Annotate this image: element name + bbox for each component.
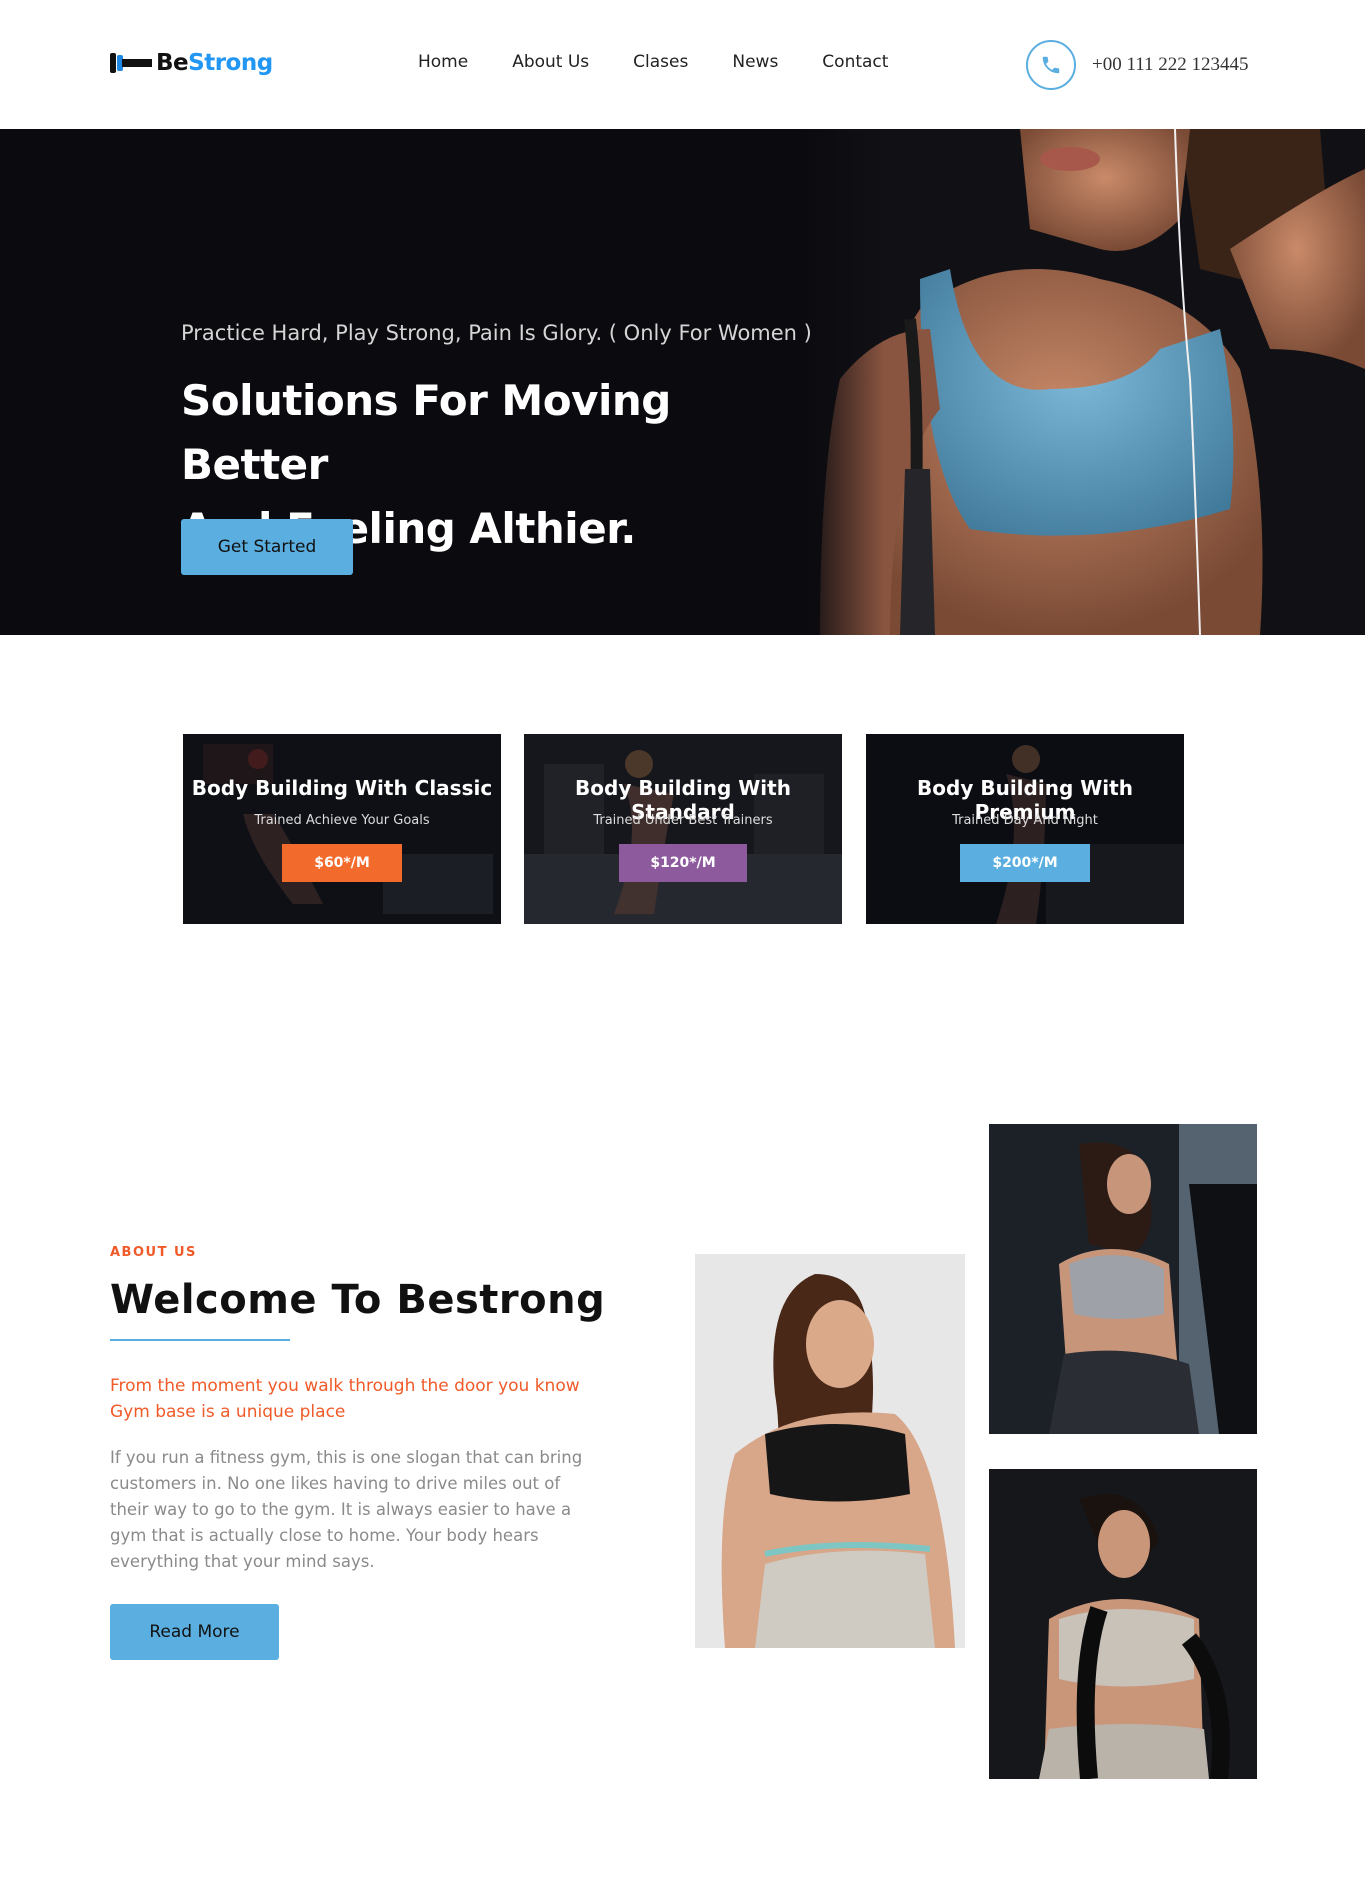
main-nav: Home About Us Clases News Contact xyxy=(418,52,932,72)
about-label: ABOUT US xyxy=(110,1245,197,1260)
site-header: BeStrong Home About Us Clases News Conta… xyxy=(0,0,1365,129)
about-lead: From the moment you walk through the doo… xyxy=(110,1376,580,1422)
get-started-button[interactable]: Get Started xyxy=(181,519,353,575)
about-photo-treadmill xyxy=(989,1124,1257,1434)
about-title: Welcome To Bestrong xyxy=(110,1277,606,1323)
about-photo-measuring-tape xyxy=(695,1254,965,1648)
plan-card-standard[interactable]: Body Building With Standard Trained Unde… xyxy=(524,734,842,924)
hero-title-line1: Solutions For Moving Better xyxy=(181,376,671,489)
plan-classic-bg-image xyxy=(183,734,501,924)
logo-text-strong: Strong xyxy=(188,50,273,76)
nav-clases[interactable]: Clases xyxy=(633,52,688,72)
nav-home[interactable]: Home xyxy=(418,52,468,72)
nav-contact[interactable]: Contact xyxy=(822,52,888,72)
hero-section: Practice Hard, Play Strong, Pain Is Glor… xyxy=(0,129,1365,635)
plan-premium-bg-image xyxy=(866,734,1184,924)
logo[interactable]: BeStrong xyxy=(110,50,273,76)
phone-icon[interactable] xyxy=(1026,40,1076,90)
about-title-underline xyxy=(110,1339,290,1341)
plan-subtitle: Trained Achieve Your Goals xyxy=(254,813,430,828)
plan-price-button[interactable]: $200*/M xyxy=(960,844,1090,882)
plan-title: Body Building With Classic xyxy=(191,776,493,800)
nav-news[interactable]: News xyxy=(732,52,778,72)
read-more-button[interactable]: Read More xyxy=(110,1604,279,1660)
plan-card-classic[interactable]: Body Building With Classic Trained Achie… xyxy=(183,734,501,924)
dumbbell-icon xyxy=(110,53,152,73)
hero-subtitle: Practice Hard, Play Strong, Pain Is Glor… xyxy=(181,321,812,345)
hero-woman-image xyxy=(800,129,1365,635)
about-body: If you run a fitness gym, this is one sl… xyxy=(110,1448,583,1571)
plan-subtitle: Trained Under Best Trainers xyxy=(593,813,773,828)
plan-subtitle: Trained Day And Night xyxy=(952,813,1098,828)
plan-card-premium[interactable]: Body Building With Premium Trained Day A… xyxy=(866,734,1184,924)
plan-standard-bg-image xyxy=(524,734,842,924)
logo-text: BeStrong xyxy=(156,50,273,76)
nav-about-us[interactable]: About Us xyxy=(512,52,589,72)
logo-text-be: Be xyxy=(156,50,189,76)
about-photo-battle-ropes xyxy=(989,1469,1257,1779)
phone-number[interactable]: +00 111 222 123445 xyxy=(1092,54,1249,76)
plan-price-button[interactable]: $120*/M xyxy=(619,844,747,882)
plan-price-button[interactable]: $60*/M xyxy=(282,844,402,882)
